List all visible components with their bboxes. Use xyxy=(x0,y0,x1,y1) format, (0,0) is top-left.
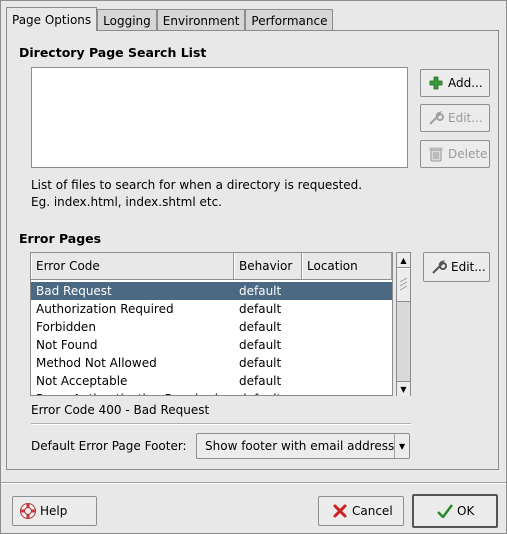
behavior-cell: default xyxy=(234,390,302,395)
table-row[interactable]: Bad Request default xyxy=(31,282,392,300)
error-pages-heading: Error Pages xyxy=(19,231,102,246)
tab-logging[interactable]: Logging xyxy=(97,9,157,31)
trash-icon xyxy=(427,145,445,163)
column-behavior[interactable]: Behavior xyxy=(234,253,302,279)
footer-select-value: Show footer with email address xyxy=(205,439,395,453)
close-icon xyxy=(331,502,349,520)
button-separator xyxy=(1,482,506,484)
footer-select[interactable]: Show footer with email address ▼ xyxy=(196,433,410,459)
wrench-icon xyxy=(430,258,448,276)
behavior-cell: default xyxy=(239,374,282,388)
edit-directory-button[interactable]: Edit... xyxy=(420,104,490,132)
edit-error-page-label: Edit... xyxy=(451,260,486,274)
table-row[interactable]: Authorization Required default xyxy=(31,300,392,318)
tab-environment[interactable]: Environment xyxy=(156,9,246,31)
table-row[interactable]: Not Found default xyxy=(31,336,392,354)
table-header: Error Code Behavior Location xyxy=(31,253,392,280)
help-label: Help xyxy=(40,504,68,518)
directory-hint-line2: Eg. index.html, index.shtml etc. xyxy=(31,195,222,209)
error-pages-table: Error Code Behavior Location Bad Request… xyxy=(30,252,393,396)
ok-label: OK xyxy=(457,504,475,518)
directory-hint-line1: List of files to search for when a direc… xyxy=(31,178,363,192)
location-cell xyxy=(302,372,392,390)
scroll-thumb[interactable] xyxy=(397,268,410,302)
add-button[interactable]: Add... xyxy=(420,69,490,97)
error-code-cell: Forbidden xyxy=(36,320,96,334)
table-row[interactable]: Method Not Allowed default xyxy=(31,354,392,372)
wrench-icon xyxy=(427,109,445,127)
error-code-cell: Authorization Required xyxy=(36,302,174,316)
help-button[interactable]: Help xyxy=(12,496,97,526)
directory-list[interactable] xyxy=(31,67,408,168)
divider xyxy=(31,423,411,425)
table-scrollbar[interactable]: ▲ ▼ xyxy=(396,252,411,396)
scroll-down-arrow[interactable]: ▼ xyxy=(397,381,410,396)
cancel-label: Cancel xyxy=(352,504,393,518)
edit-directory-label: Edit... xyxy=(448,111,483,125)
add-label: Add... xyxy=(448,76,483,90)
tab-performance[interactable]: Performance xyxy=(245,9,334,31)
plus-icon xyxy=(427,74,445,92)
location-cell xyxy=(302,354,392,372)
location-cell xyxy=(302,336,392,354)
table-body: Bad Request default Authorization Required… xyxy=(31,282,392,395)
table-row[interactable]: Forbidden default xyxy=(31,318,392,336)
column-location[interactable]: Location xyxy=(302,253,392,279)
behavior-cell: default xyxy=(239,284,282,298)
behavior-cell: default xyxy=(239,320,282,334)
behavior-cell: default xyxy=(239,356,282,370)
error-code-cell: Proxy Authentication Required xyxy=(31,390,234,395)
behavior-cell: default xyxy=(239,302,282,316)
location-cell xyxy=(302,318,392,336)
lifebuoy-icon xyxy=(19,502,37,520)
checkmark-icon xyxy=(436,502,454,520)
edit-error-page-button[interactable]: Edit... xyxy=(423,252,490,282)
tab-bar: Page Options Logging Environment Perform… xyxy=(6,7,334,31)
preferences-window: Page Options Logging Environment Perform… xyxy=(0,0,507,534)
error-code-cell: Bad Request xyxy=(36,284,112,298)
delete-label: Delete xyxy=(448,147,488,161)
table-row[interactable]: Not Acceptable default xyxy=(31,372,392,390)
ok-button[interactable]: OK xyxy=(412,494,498,528)
behavior-cell: default xyxy=(239,338,282,352)
column-error-code[interactable]: Error Code xyxy=(31,253,234,279)
scroll-up-arrow[interactable]: ▲ xyxy=(397,253,410,268)
location-cell xyxy=(302,300,392,318)
error-status-text: Error Code 400 - Bad Request xyxy=(31,403,210,417)
directory-heading: Directory Page Search List xyxy=(19,45,207,60)
error-code-cell: Not Acceptable xyxy=(36,374,128,388)
footer-label: Default Error Page Footer: xyxy=(31,439,187,453)
table-row[interactable]: Proxy Authentication Requireddefault xyxy=(31,390,392,395)
delete-button[interactable]: Delete xyxy=(420,140,490,168)
error-code-cell: Not Found xyxy=(36,338,98,352)
tab-page-options[interactable]: Page Options xyxy=(6,7,98,31)
location-cell xyxy=(302,390,392,395)
location-cell xyxy=(302,282,392,300)
error-code-cell: Method Not Allowed xyxy=(36,356,157,370)
chevron-down-icon: ▼ xyxy=(394,434,409,458)
cancel-button[interactable]: Cancel xyxy=(318,496,404,526)
